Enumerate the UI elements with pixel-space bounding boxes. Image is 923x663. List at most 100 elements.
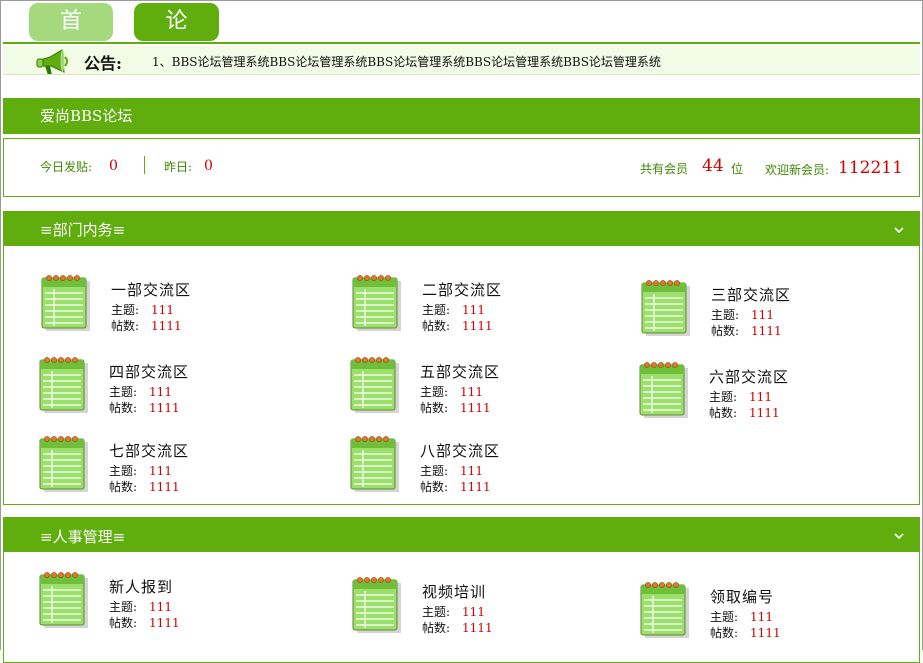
notebook-icon [639, 362, 688, 418]
forum-board[interactable]: 七部交流区 主题: 111 帖数: 1111 [36, 434, 296, 500]
forum-board[interactable]: 领取编号 主题: 111 帖数: 1111 [637, 580, 897, 646]
stat-label: 帖数: [711, 324, 740, 338]
stat-value: 111 [149, 464, 172, 478]
stat-label: 主题: [109, 385, 138, 399]
stats-divider [144, 156, 145, 174]
stat-label: 主题: [109, 600, 138, 614]
board-topics: 主题: 111 [111, 301, 174, 318]
members-unit: 位 [731, 162, 744, 176]
forum-board[interactable]: 新人报到 主题: 111 帖数: 1111 [36, 570, 296, 636]
stat-value: 111 [462, 303, 485, 317]
tab-forum[interactable]: 论 坛 [134, 3, 219, 72]
forum-board[interactable]: 八部交流区 主题: 111 帖数: 1111 [347, 434, 607, 500]
board-posts: 帖数: 1111 [422, 619, 493, 636]
board-topics: 主题: 111 [711, 306, 774, 323]
stat-label: 帖数: [422, 621, 451, 635]
board-name[interactable]: 一部交流区 [111, 279, 191, 300]
notice-label: 公告: [84, 54, 122, 73]
notebook-icon [350, 436, 399, 492]
chevron-down-icon[interactable] [894, 531, 904, 541]
forum-board[interactable]: 五部交流区 主题: 111 帖数: 1111 [347, 355, 607, 421]
stat-value: 1111 [149, 480, 180, 494]
notebook-icon [350, 357, 399, 413]
stat-label: 主题: [711, 308, 740, 322]
chevron-down-icon[interactable] [894, 225, 904, 235]
board-topics: 主题: 111 [420, 383, 483, 400]
forum-board[interactable]: 一部交流区 主题: 111 帖数: 1111 [38, 273, 298, 339]
stat-value: 111 [462, 605, 485, 619]
board-posts: 帖数: 1111 [109, 614, 180, 631]
notebook-icon [641, 280, 690, 336]
forum-board[interactable]: 二部交流区 主题: 111 帖数: 1111 [349, 273, 609, 339]
stat-label: 帖数: [420, 480, 449, 494]
section-title: ≡人事管理≡ [40, 528, 126, 546]
board-topics: 主题: 111 [109, 462, 172, 479]
stat-value: 111 [750, 610, 773, 624]
notice-text[interactable]: 1、BBS论坛管理系统BBS论坛管理系统BBS论坛管理系统BBS论坛管理系统BB… [152, 53, 661, 70]
board-posts: 帖数: 1111 [111, 317, 182, 334]
stat-value: 111 [151, 303, 174, 317]
board-name[interactable]: 新人报到 [109, 576, 173, 597]
forum-board[interactable]: 四部交流区 主题: 111 帖数: 1111 [36, 355, 296, 421]
members-label: 共有会员 [640, 162, 689, 176]
stat-value: 1111 [750, 626, 781, 640]
today-posts-value: 0 [109, 158, 118, 174]
board-posts: 帖数: 1111 [422, 317, 493, 334]
board-posts: 帖数: 1111 [711, 322, 782, 339]
board-name[interactable]: 二部交流区 [422, 279, 502, 300]
board-topics: 主题: 111 [710, 608, 773, 625]
site-title: 爱尚BBS论坛 [40, 107, 133, 125]
board-name[interactable]: 八部交流区 [420, 440, 500, 461]
nav-divider [3, 42, 920, 44]
forum-board[interactable]: 六部交流区 主题: 111 帖数: 1111 [636, 360, 896, 426]
yesterday-label: 昨日: [164, 160, 193, 174]
stat-label: 主题: [422, 605, 451, 619]
newest-member[interactable]: 112211 [838, 158, 903, 178]
stat-value: 1111 [460, 401, 491, 415]
board-posts: 帖数: 1111 [109, 478, 180, 495]
today-posts-label: 今日发贴: [40, 160, 93, 174]
stat-label: 主题: [109, 464, 138, 478]
board-name[interactable]: 五部交流区 [420, 361, 500, 382]
stat-value: 111 [460, 385, 483, 399]
forum-board[interactable]: 三部交流区 主题: 111 帖数: 1111 [638, 278, 898, 344]
yesterday-value: 0 [204, 158, 213, 174]
stat-value: 1111 [462, 621, 493, 635]
stat-label: 帖数: [422, 319, 451, 333]
stat-value: 1111 [749, 406, 780, 420]
site-stats: 今日发贴: 0 昨日: 0 共有会员 44 位 欢迎新会员: 112211 [3, 138, 920, 197]
stat-label: 帖数: [109, 480, 138, 494]
stat-value: 1111 [151, 319, 182, 333]
stat-label: 帖数: [109, 401, 138, 415]
board-name[interactable]: 视频培训 [422, 581, 486, 602]
welcome-label: 欢迎新会员: [765, 163, 830, 177]
notebook-icon [352, 275, 401, 331]
board-name[interactable]: 四部交流区 [109, 361, 189, 382]
board-posts: 帖数: 1111 [709, 404, 780, 421]
board-name[interactable]: 三部交流区 [711, 284, 791, 305]
board-topics: 主题: 111 [422, 301, 485, 318]
site-header: 爱尚BBS论坛 [3, 98, 920, 134]
section-header[interactable]: ≡人事管理≡ [3, 517, 920, 552]
stat-value: 1111 [149, 616, 180, 630]
board-posts: 帖数: 1111 [109, 399, 180, 416]
board-posts: 帖数: 1111 [710, 624, 781, 641]
board-name[interactable]: 领取编号 [710, 586, 774, 607]
stat-value: 111 [749, 390, 772, 404]
board-name[interactable]: 六部交流区 [709, 366, 789, 387]
stat-label: 主题: [420, 464, 449, 478]
notebook-icon [41, 275, 90, 331]
stat-label: 主题: [709, 390, 738, 404]
stat-label: 帖数: [709, 406, 738, 420]
forum-board[interactable]: 视频培训 主题: 111 帖数: 1111 [349, 575, 609, 641]
board-posts: 帖数: 1111 [420, 399, 491, 416]
stat-value: 1111 [462, 319, 493, 333]
notebook-icon [640, 582, 689, 638]
section-header[interactable]: ≡部门内务≡ [3, 211, 920, 246]
board-name[interactable]: 七部交流区 [109, 440, 189, 461]
notebook-icon [39, 572, 88, 628]
stat-label: 主题: [422, 303, 451, 317]
stat-value: 111 [460, 464, 483, 478]
tab-home[interactable]: 首 页 [29, 3, 113, 72]
stat-label: 帖数: [710, 626, 739, 640]
